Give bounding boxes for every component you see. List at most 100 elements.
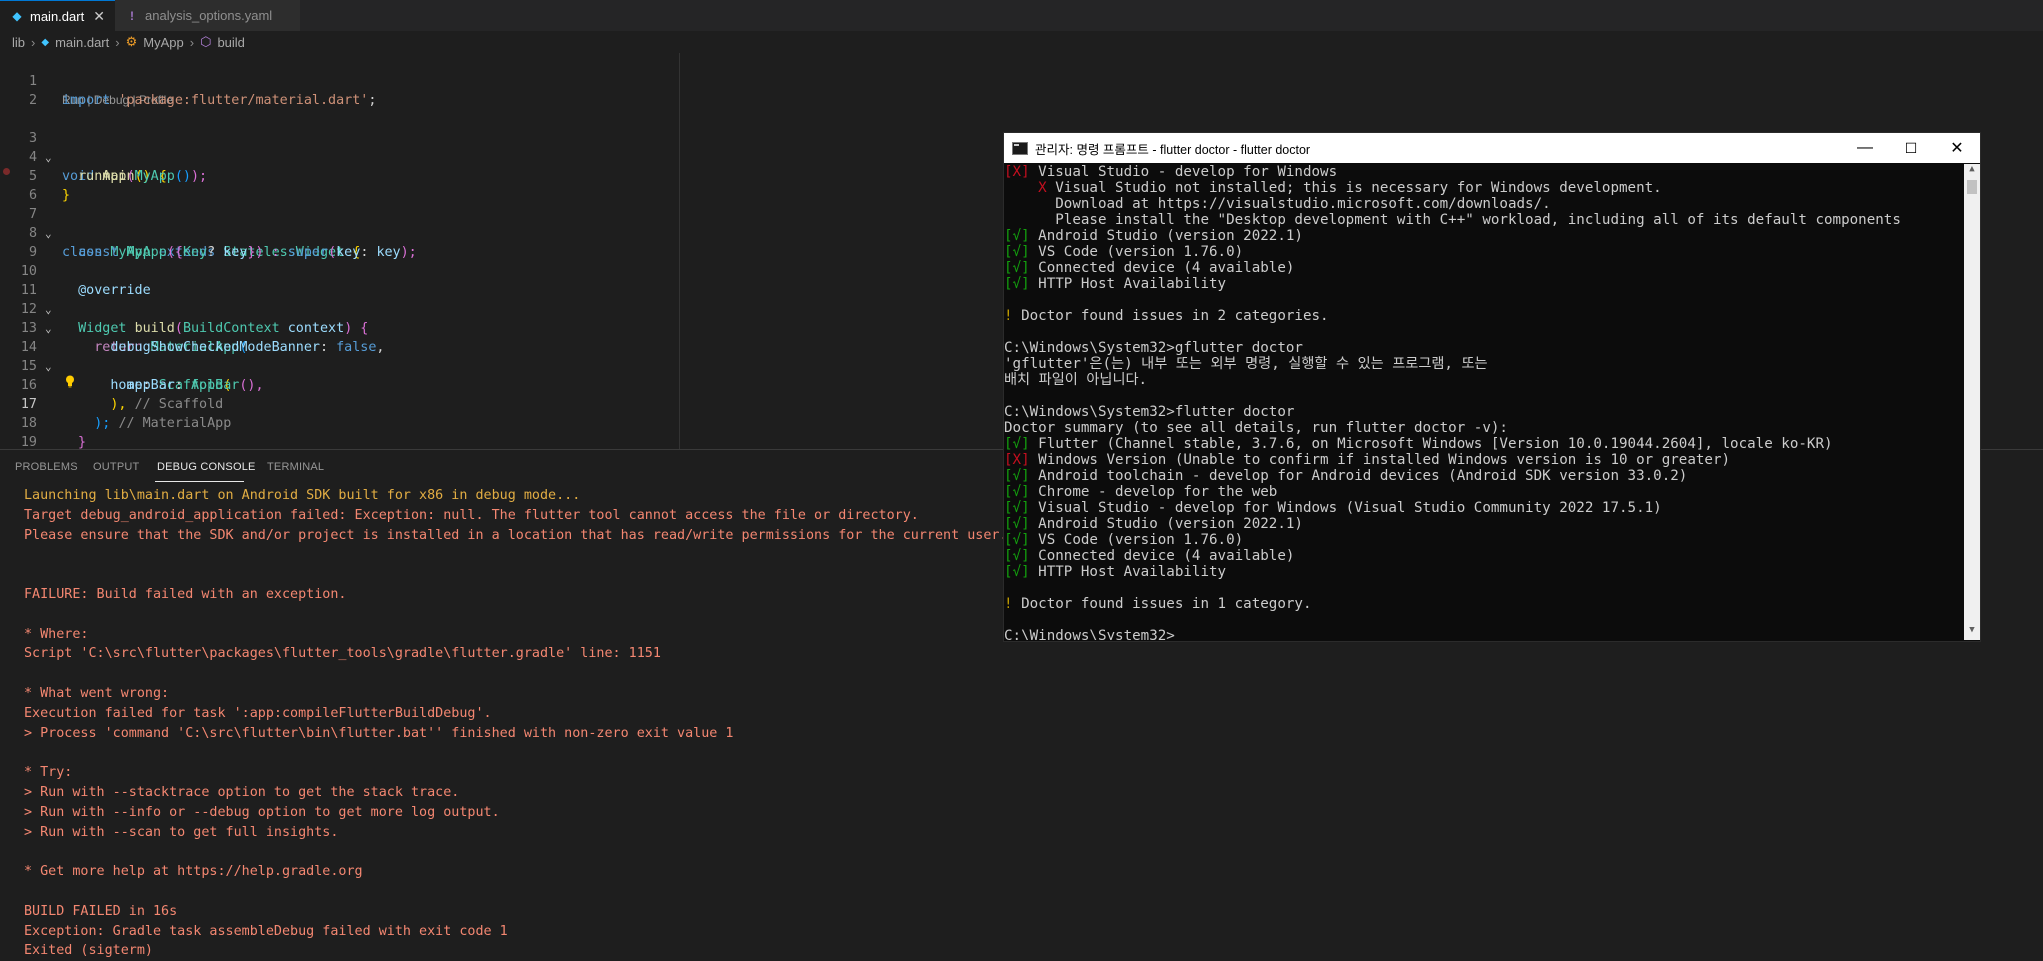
tab-terminal[interactable]: TERMINAL bbox=[267, 461, 324, 473]
scroll-up-arrow-icon[interactable]: ▲ bbox=[1964, 164, 1980, 179]
code-line: 2 bbox=[0, 72, 1000, 108]
console-line: * Get more help at https://help.gradle.o… bbox=[24, 864, 363, 880]
cmd-line: Download at https://visualstudio.microso… bbox=[1004, 196, 1550, 212]
status-mark: [√] bbox=[1004, 516, 1030, 532]
console-line: Target debug_android_application failed:… bbox=[24, 507, 919, 523]
cmd-line: Doctor summary (to see all details, run … bbox=[1004, 420, 1508, 436]
debug-console-output[interactable]: Launching lib\main.dart on Android SDK b… bbox=[24, 486, 1008, 961]
chevron-right-icon: › bbox=[31, 34, 36, 50]
scroll-thumb[interactable] bbox=[1967, 180, 1977, 194]
status-mark: [√] bbox=[1004, 260, 1030, 276]
close-button[interactable]: ✕ bbox=[1934, 133, 1980, 163]
tab-analysis-options[interactable]: ! analysis_options.yaml bbox=[115, 0, 300, 31]
punctuation: ; bbox=[368, 93, 377, 108]
breadcrumb-lib[interactable]: lib bbox=[12, 35, 25, 50]
cmd-line-text: Android toolchain - develop for Android … bbox=[1029, 468, 1688, 484]
cmd-line-text: VS Code (version 1.76.0) bbox=[1029, 532, 1244, 548]
editor-tab-bar: ◆ main.dart ✕ ! analysis_options.yaml bbox=[0, 0, 2043, 31]
method-icon: ⬡ bbox=[200, 34, 212, 49]
cmd-line-text: Please install the "Desktop development … bbox=[1004, 212, 1901, 228]
console-line: Execution failed for task ':app:compileF… bbox=[24, 705, 492, 721]
cmd-icon bbox=[1012, 141, 1028, 155]
code-line: 9 bbox=[0, 224, 1000, 260]
cmd-line: [√] Connected device (4 available) bbox=[1004, 260, 1294, 276]
cmd-line: [√] VS Code (version 1.76.0) bbox=[1004, 532, 1243, 548]
status-mark: [√] bbox=[1004, 436, 1030, 452]
cmd-line: ! Doctor found issues in 1 category. bbox=[1004, 596, 1312, 612]
code-line: 6 bbox=[0, 167, 1000, 203]
cmd-scrollbar[interactable]: ▲ ▼ bbox=[1964, 164, 1980, 640]
cmd-line-text: Android Studio (version 2022.1) bbox=[1029, 516, 1303, 532]
cmd-line-text: Chrome - develop for the web bbox=[1029, 484, 1278, 500]
tab-label: main.dart bbox=[30, 8, 85, 24]
cmd-line-text: 배치 파일이 아닙니다. bbox=[1004, 372, 1148, 388]
scroll-down-arrow-icon[interactable]: ▼ bbox=[1964, 625, 1980, 640]
console-line: Script 'C:\src\flutter\packages\flutter_… bbox=[24, 646, 661, 662]
breadcrumb-file[interactable]: main.dart bbox=[55, 35, 109, 50]
status-mark: [√] bbox=[1004, 276, 1030, 292]
string-literal: 'package:flutter/material.dart' bbox=[118, 93, 369, 108]
code-line: 12 ⌄ return MaterialApp( bbox=[0, 281, 1000, 355]
code-line: 8 const MyApp({Key? key}) : super(key: k… bbox=[0, 205, 1000, 260]
class-icon: ⚙ bbox=[125, 34, 138, 49]
cmd-line: Please install the "Desktop development … bbox=[1004, 212, 1901, 228]
cmd-line-text: HTTP Host Availability bbox=[1029, 564, 1227, 580]
console-line: * Try: bbox=[24, 765, 73, 781]
command-prompt-window[interactable]: 관리자: 명령 프롬프트 - flutter doctor - flutter … bbox=[1003, 132, 1981, 642]
dart-icon: ◆ bbox=[12, 9, 22, 23]
tab-main-dart[interactable]: ◆ main.dart ✕ bbox=[0, 0, 115, 31]
cmd-line-text: C:\Windows\System32>flutter doctor bbox=[1004, 404, 1295, 420]
console-line: > Run with --stacktrace option to get th… bbox=[24, 784, 460, 800]
status-mark: ! bbox=[1004, 596, 1013, 612]
code-line: 10 @override bbox=[0, 243, 1000, 298]
lightbulb-icon[interactable] bbox=[65, 375, 75, 388]
minimize-button[interactable]: — bbox=[1842, 133, 1888, 163]
cmd-line: [√] Chrome - develop for the web bbox=[1004, 484, 1277, 500]
console-line: * What went wrong: bbox=[24, 685, 170, 701]
code-line: 19 } bbox=[0, 414, 1000, 469]
cmd-line: [√] Android toolchain - develop for Andr… bbox=[1004, 468, 1687, 484]
cmd-title: 관리자: 명령 프롬프트 - flutter doctor - flutter … bbox=[1035, 142, 1311, 157]
cmd-line: C:\Windows\System32>gflutter doctor bbox=[1004, 340, 1303, 356]
cmd-line-text: Doctor found issues in 2 categories. bbox=[1012, 308, 1329, 324]
status-mark: [√] bbox=[1004, 484, 1030, 500]
chevron-right-icon: › bbox=[189, 34, 195, 50]
cmd-line: [√] HTTP Host Availability bbox=[1004, 564, 1226, 580]
tab-debug-console[interactable]: DEBUG CONSOLE bbox=[157, 461, 256, 473]
cmd-line-text: Windows Version (Unable to confirm if in… bbox=[1029, 452, 1731, 468]
cmd-output[interactable]: [X] Visual Studio - develop for Windows … bbox=[1004, 164, 1966, 640]
cmd-line-text: Connected device (4 available) bbox=[1029, 260, 1295, 276]
code-line: 14 ⌄ home: Scaffold( bbox=[0, 319, 1000, 393]
console-line: Exception: Gradle task assembleDebug fai… bbox=[24, 923, 508, 939]
tab-output[interactable]: OUTPUT bbox=[93, 461, 139, 473]
console-line: > Run with --info or --debug option to g… bbox=[24, 804, 500, 820]
cmd-line: C:\Windows\System32> bbox=[1004, 628, 1175, 640]
tab-problems[interactable]: PROBLEMS bbox=[15, 461, 78, 473]
yaml-exclamation-icon: ! bbox=[130, 8, 134, 23]
console-line: Please ensure that the SDK and/or projec… bbox=[24, 527, 1008, 543]
code-line: 3 ⌄ void main() { bbox=[0, 110, 1000, 184]
chevron-right-icon: › bbox=[115, 34, 120, 50]
status-mark: [√] bbox=[1004, 564, 1030, 580]
cmd-line-text: Visual Studio - develop for Windows bbox=[1029, 164, 1338, 180]
breadcrumb-class[interactable]: MyApp bbox=[143, 35, 183, 50]
cmd-line: [X] Visual Studio - develop for Windows bbox=[1004, 164, 1337, 180]
cmd-line-text: Doctor summary (to see all details, run … bbox=[1004, 420, 1508, 436]
breadcrumb: lib › ◆ main.dart › ⚙ MyApp › ⬡ build bbox=[0, 31, 1020, 53]
breadcrumb-method[interactable]: build bbox=[217, 35, 244, 50]
cmd-line: C:\Windows\System32>flutter doctor bbox=[1004, 404, 1294, 420]
close-icon[interactable]: ✕ bbox=[93, 8, 105, 25]
cmd-line-text: C:\Windows\System32>gflutter doctor bbox=[1004, 340, 1303, 356]
code-line: 17 ); // MaterialApp bbox=[0, 376, 1000, 431]
cmd-line: 배치 파일이 아닙니다. bbox=[1004, 372, 1147, 388]
code-line: 5 } bbox=[0, 148, 1000, 203]
cmd-line-text: 'gflutter'은(는) 내부 또는 외부 명령, 실행할 수 있는 프로그… bbox=[1004, 356, 1488, 372]
maximize-button[interactable]: ☐ bbox=[1888, 133, 1934, 163]
cmd-title-bar[interactable]: 관리자: 명령 프롬프트 - flutter doctor - flutter … bbox=[1004, 133, 1980, 163]
code-line: 1 import 'package:flutter/material.dart'… bbox=[0, 53, 1000, 108]
cmd-line: [√] Android Studio (version 2022.1) bbox=[1004, 516, 1303, 532]
